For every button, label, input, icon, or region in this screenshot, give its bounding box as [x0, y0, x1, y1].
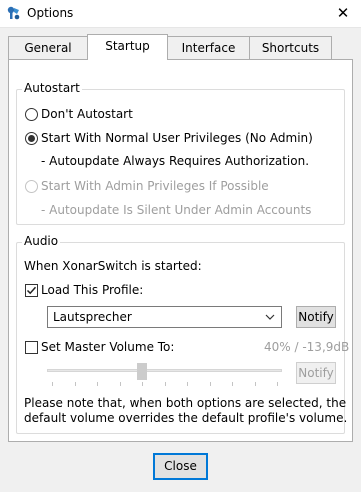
- slider-tick: [165, 382, 166, 386]
- tab-general[interactable]: General: [8, 36, 88, 60]
- radio-dont-autostart-label[interactable]: Don't Autostart: [41, 107, 133, 121]
- volume-readout: 40% / -13,9dB: [264, 340, 350, 354]
- master-volume-slider[interactable]: [47, 361, 282, 387]
- audio-group-title: Audio: [22, 234, 61, 248]
- checkmark-icon: [26, 286, 37, 295]
- load-profile-checkbox[interactable]: [25, 284, 38, 297]
- close-button-label: Close: [164, 459, 197, 473]
- slider-tick: [232, 382, 233, 386]
- radio-admin-privileges[interactable]: [25, 180, 38, 193]
- close-icon: ✕: [336, 4, 350, 22]
- tab-interface[interactable]: Interface: [167, 36, 250, 60]
- tab-startup[interactable]: Startup: [87, 34, 168, 60]
- normal-privileges-note: - Autoupdate Always Requires Authorizati…: [41, 154, 310, 168]
- profile-notify-button[interactable]: Notify: [296, 306, 336, 328]
- slider-tick: [210, 382, 211, 386]
- app-icon: [7, 6, 20, 20]
- slider-tick: [97, 382, 98, 386]
- slider-thumb[interactable]: [137, 363, 147, 380]
- profile-select[interactable]: Lautsprecher: [47, 306, 282, 328]
- tab-label: Shortcuts: [261, 41, 320, 55]
- slider-tick: [255, 382, 256, 386]
- tab-label: General: [24, 41, 72, 55]
- close-button[interactable]: Close: [153, 453, 208, 480]
- volume-notify-label: Notify: [298, 366, 334, 380]
- title-bar: Options ✕: [0, 0, 361, 28]
- profile-select-value: Lautsprecher: [53, 310, 132, 324]
- volume-notify-button[interactable]: Notify: [296, 362, 336, 384]
- audio-note-line2: default volume overrides the default pro…: [24, 411, 348, 425]
- slider-tick: [142, 382, 143, 386]
- slider-track: [47, 369, 282, 372]
- audio-note-line1: Please note that, when both options are …: [24, 396, 347, 410]
- radio-admin-privileges-label[interactable]: Start With Admin Privileges If Possible: [41, 179, 269, 193]
- profile-notify-label: Notify: [298, 310, 334, 324]
- tab-label: Interface: [181, 41, 236, 55]
- radio-dont-autostart[interactable]: [25, 108, 38, 121]
- radio-normal-privileges-label[interactable]: Start With Normal User Privileges (No Ad…: [41, 131, 313, 145]
- radio-normal-privileges[interactable]: [25, 132, 38, 145]
- slider-tick: [187, 382, 188, 386]
- slider-tick: [52, 382, 53, 386]
- master-volume-label[interactable]: Set Master Volume To:: [41, 340, 174, 354]
- chevron-down-icon: [265, 314, 275, 320]
- slider-tick: [277, 382, 278, 386]
- audio-intro-text: When XonarSwitch is started:: [24, 259, 202, 273]
- master-volume-checkbox[interactable]: [25, 341, 38, 354]
- tab-label: Startup: [105, 39, 150, 53]
- admin-privileges-note: - Autoupdate Is Silent Under Admin Accou…: [41, 203, 312, 217]
- window-title: Options: [27, 6, 74, 20]
- slider-tick: [75, 382, 76, 386]
- tab-shortcuts[interactable]: Shortcuts: [249, 36, 332, 60]
- load-profile-label[interactable]: Load This Profile:: [41, 283, 143, 297]
- autostart-group-title: Autostart: [22, 81, 82, 95]
- window-close-button[interactable]: ✕: [330, 3, 356, 23]
- slider-tick: [120, 382, 121, 386]
- startup-panel: Autostart Don't Autostart Start With Nor…: [8, 59, 353, 442]
